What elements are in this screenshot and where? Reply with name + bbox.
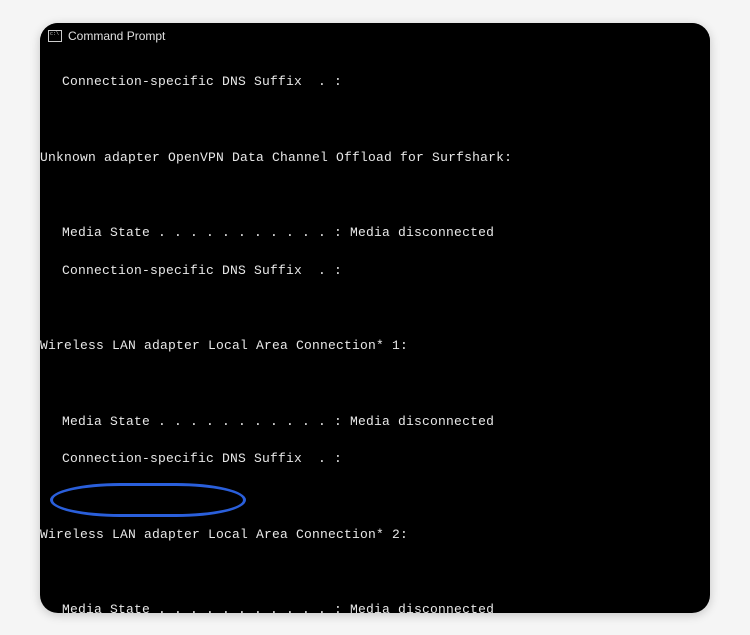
window-title: Command Prompt xyxy=(68,29,165,43)
titlebar[interactable]: Command Prompt xyxy=(40,23,710,49)
output-line: Media State . . . . . . . . . . . : Medi… xyxy=(40,413,710,432)
terminal-output[interactable]: Connection-specific DNS Suffix . : Unkno… xyxy=(40,49,710,613)
blank-line xyxy=(40,186,710,205)
cmd-icon xyxy=(48,30,62,42)
blank-line xyxy=(40,488,710,507)
output-line: Connection-specific DNS Suffix . : xyxy=(40,262,710,281)
output-line: Connection-specific DNS Suffix . : xyxy=(40,450,710,469)
adapter-header: Wireless LAN adapter Local Area Connecti… xyxy=(40,337,710,356)
output-line: Media State . . . . . . . . . . . : Medi… xyxy=(40,601,710,613)
blank-line xyxy=(40,563,710,582)
adapter-header: Unknown adapter OpenVPN Data Channel Off… xyxy=(40,149,710,168)
command-prompt-window: Command Prompt Connection-specific DNS S… xyxy=(40,23,710,613)
blank-line xyxy=(40,299,710,318)
output-line: Media State . . . . . . . . . . . : Medi… xyxy=(40,224,710,243)
adapter-header: Wireless LAN adapter Local Area Connecti… xyxy=(40,526,710,545)
blank-line xyxy=(40,375,710,394)
blank-line xyxy=(40,111,710,130)
output-line: Connection-specific DNS Suffix . : xyxy=(40,73,710,92)
